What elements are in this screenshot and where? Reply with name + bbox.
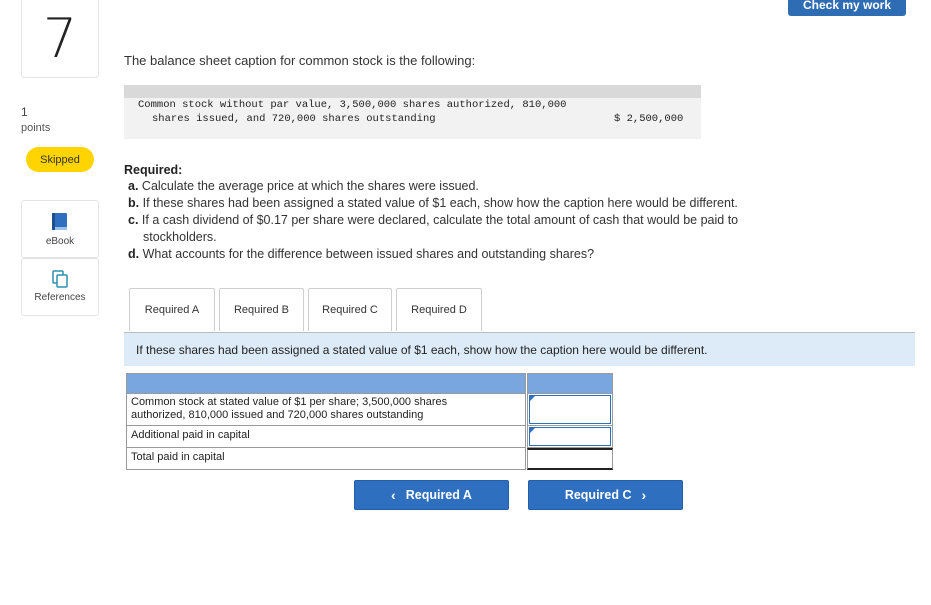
common-stock-input[interactable] <box>529 395 611 424</box>
tab-required-b[interactable]: Required B <box>219 288 304 331</box>
caption-line-1: Common stock without par value, 3,500,00… <box>138 99 567 111</box>
chevron-right-icon: › <box>641 487 647 503</box>
question-number: 7 <box>21 0 99 78</box>
prev-required-button[interactable]: ‹ Required A <box>354 480 509 510</box>
table-row-total: Total paid in capital <box>126 448 526 470</box>
ebook-button[interactable]: eBook <box>21 200 99 258</box>
required-item-letter: d. <box>128 247 140 261</box>
references-label: References <box>34 292 86 303</box>
active-tab-prompt: If these shares had been assigned a stat… <box>124 333 915 366</box>
required-item-letter: c. <box>128 213 139 227</box>
required-item-text: If a cash dividend of $0.17 per share we… <box>141 213 739 227</box>
book-icon <box>52 213 67 230</box>
references-button[interactable]: References <box>21 258 99 316</box>
required-item-text: If these shares had been assigned a stat… <box>142 196 738 210</box>
required-item-c: c. If a cash dividend of $0.17 per share… <box>128 213 738 227</box>
caption-amount: $ 2,500,000 <box>614 113 684 125</box>
table-row-common-stock: Common stock at stated value of $1 per s… <box>126 394 526 426</box>
tab-required-d[interactable]: Required D <box>396 288 482 331</box>
required-item-c-cont: stockholders. <box>143 230 217 244</box>
row-label-line1: Total paid in capital <box>131 451 225 463</box>
apic-input[interactable] <box>529 427 611 446</box>
prev-button-label: Required A <box>405 488 472 502</box>
caption-line-2: shares issued, and 720,000 shares outsta… <box>152 113 436 125</box>
chevron-left-icon: ‹ <box>391 487 396 503</box>
references-icon <box>52 270 68 288</box>
required-item-text: Calculate the average price at which the… <box>141 179 479 193</box>
row-label-line1: Additional paid in capital <box>131 429 250 441</box>
required-item-d: d. What accounts for the difference betw… <box>128 247 594 261</box>
required-item-letter: b. <box>128 196 140 210</box>
required-item-a: a. Calculate the average price at which … <box>128 179 479 193</box>
points-value: 1 <box>21 105 28 119</box>
check-my-work-label: Check my work <box>802 0 892 12</box>
question-prompt: The balance sheet caption for common sto… <box>124 53 476 68</box>
next-required-button[interactable]: Required C › <box>528 480 683 510</box>
points-label: points <box>21 122 51 134</box>
table-header-value <box>527 373 613 394</box>
required-heading: Required: <box>124 163 183 177</box>
table-cell-common-stock <box>527 394 613 426</box>
required-item-text: What accounts for the difference between… <box>142 247 595 261</box>
table-cell-total <box>527 448 613 470</box>
check-my-work-button[interactable]: Check my work <box>788 0 906 16</box>
row-label-line1: Common stock at stated value of $1 per s… <box>131 396 448 408</box>
row-label-line2: authorized, 810,000 issued and 720,000 s… <box>131 409 424 421</box>
next-button-label: Required C <box>564 488 632 502</box>
table-row-apic: Additional paid in capital <box>126 426 526 448</box>
ebook-label: eBook <box>45 236 75 247</box>
tab-required-a[interactable]: Required A <box>129 288 215 331</box>
required-item-b: b. If these shares had been assigned a s… <box>128 196 738 210</box>
required-item-letter: a. <box>128 179 139 193</box>
tab-required-c[interactable]: Required C <box>308 288 392 331</box>
status-badge: Skipped <box>26 147 94 172</box>
required-item-text: stockholders. <box>143 230 217 244</box>
caption-box <box>124 85 701 139</box>
table-cell-apic <box>527 426 613 448</box>
table-header-label <box>126 373 526 394</box>
